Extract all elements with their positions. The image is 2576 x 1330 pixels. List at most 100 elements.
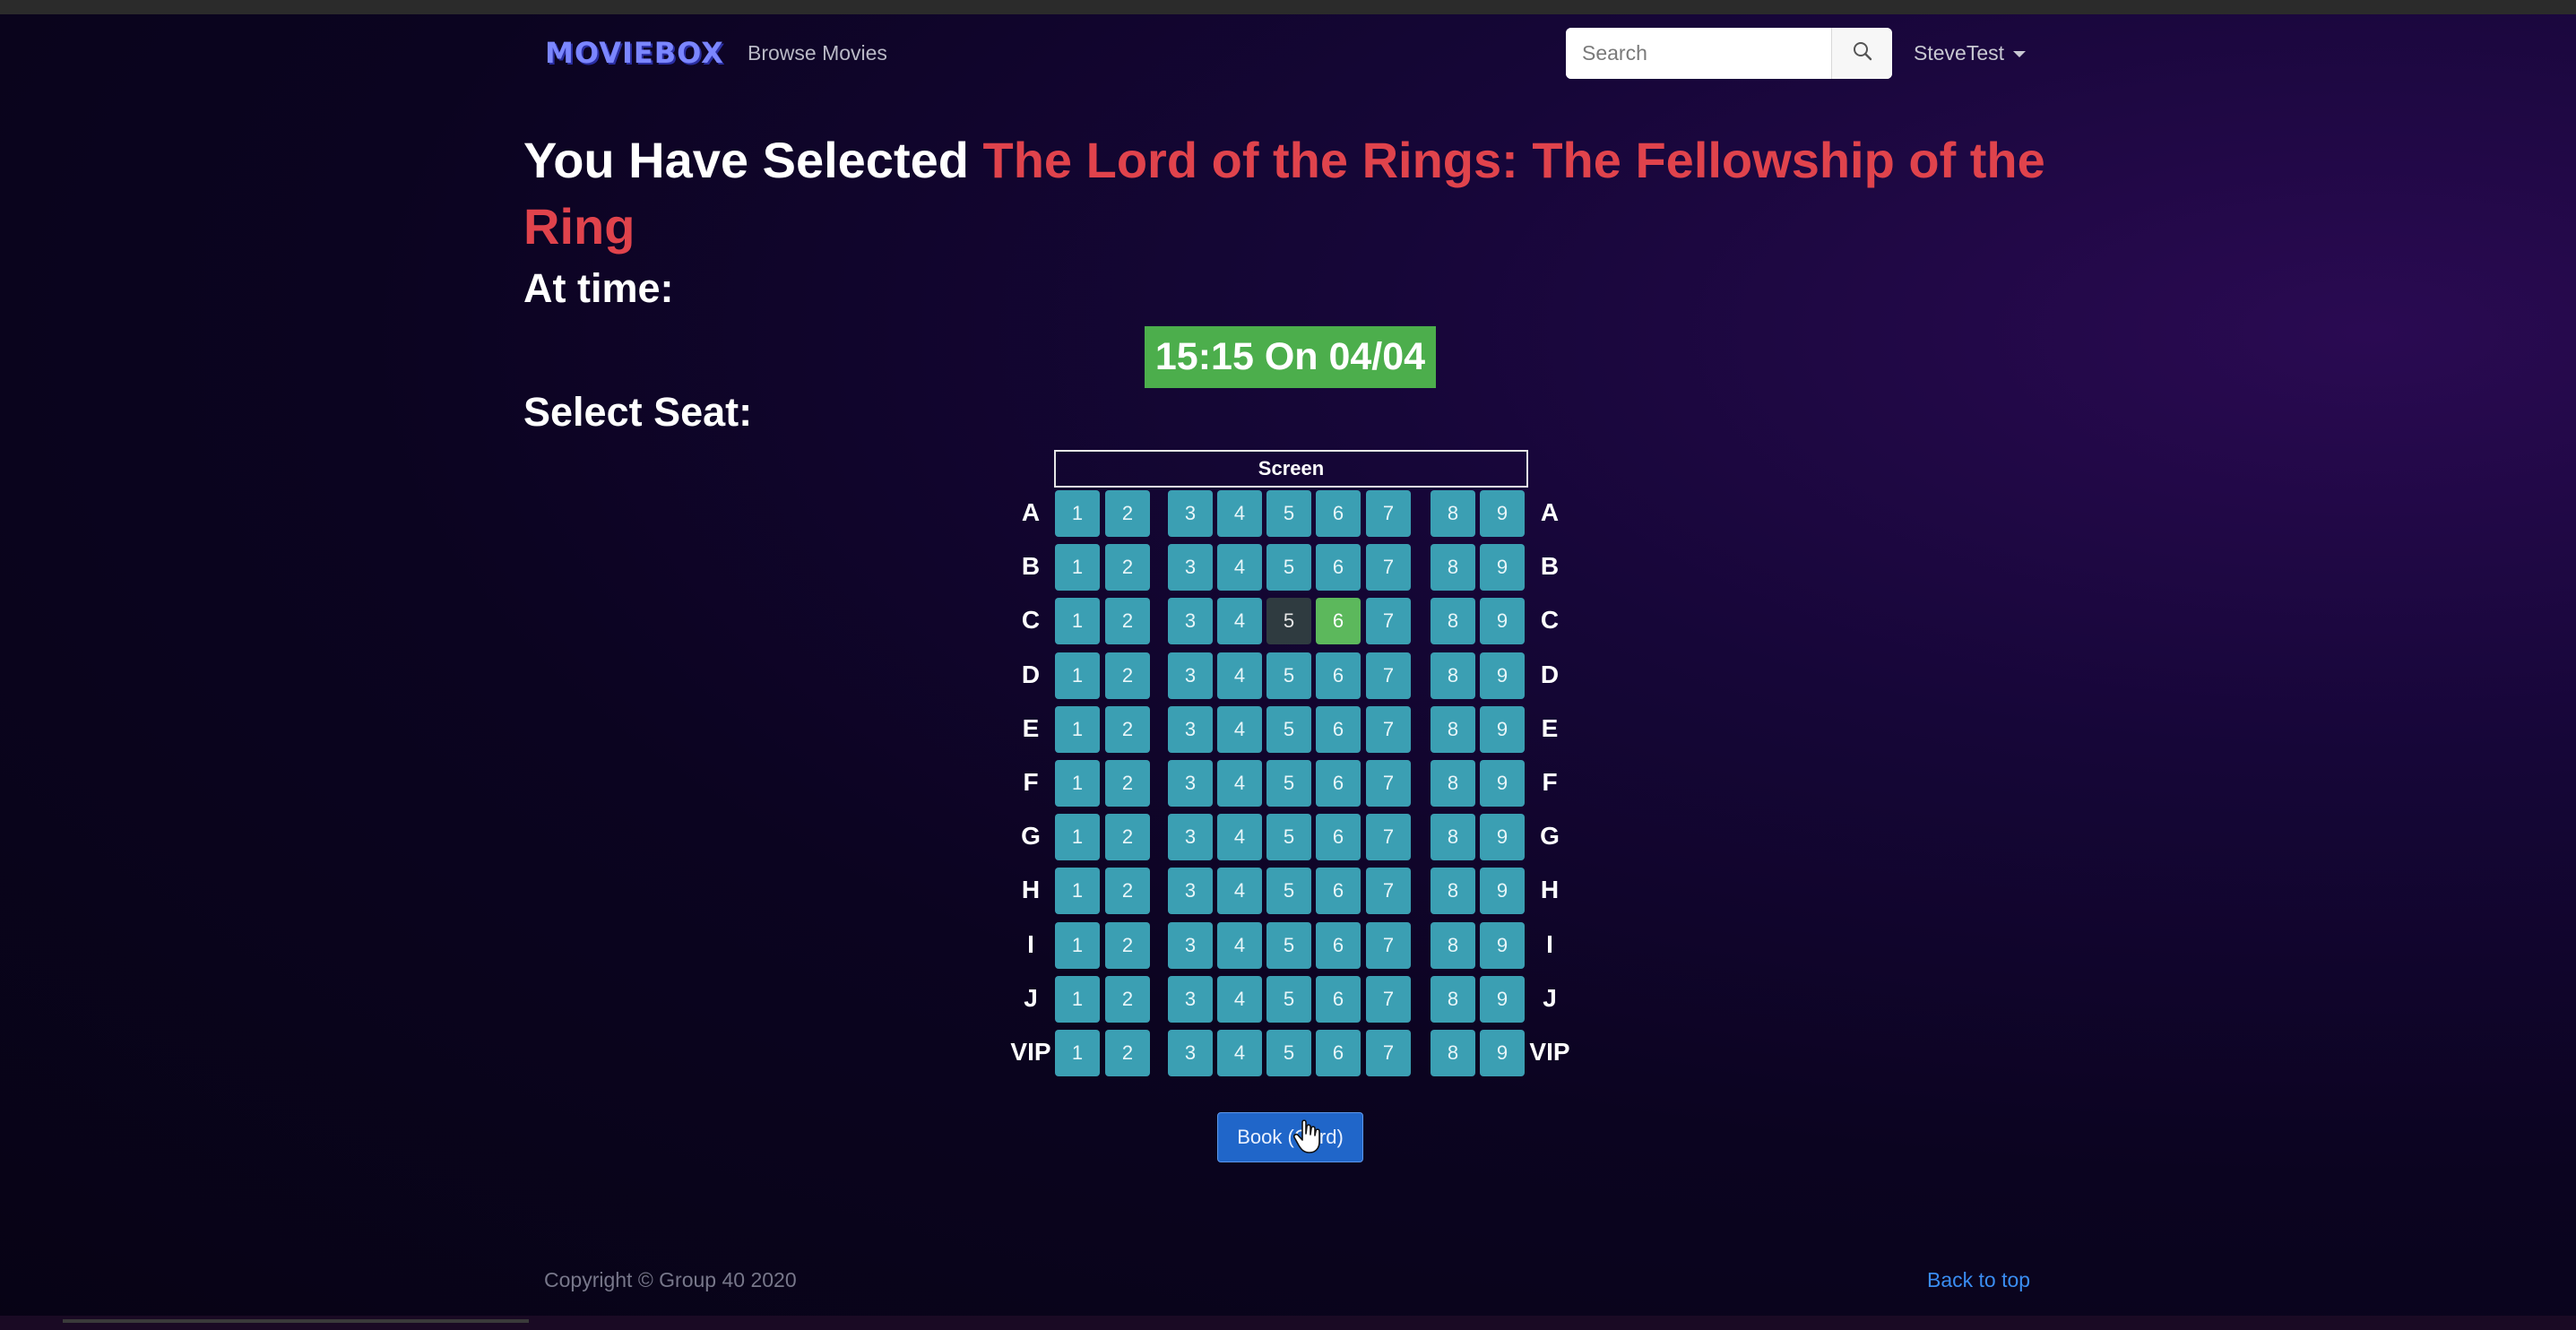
seat-i-2[interactable]: 2 xyxy=(1105,922,1150,969)
seat-e-6[interactable]: 6 xyxy=(1316,706,1361,753)
search-button[interactable] xyxy=(1831,28,1892,79)
seat-d-8[interactable]: 8 xyxy=(1431,652,1475,699)
search-input[interactable] xyxy=(1566,28,1831,79)
seat-j-4[interactable]: 4 xyxy=(1217,976,1262,1023)
seat-j-2[interactable]: 2 xyxy=(1105,976,1150,1023)
seat-b-4[interactable]: 4 xyxy=(1217,544,1262,591)
seat-d-2[interactable]: 2 xyxy=(1105,652,1150,699)
seat-j-7[interactable]: 7 xyxy=(1366,976,1411,1023)
seat-i-6[interactable]: 6 xyxy=(1316,922,1361,969)
seat-h-7[interactable]: 7 xyxy=(1366,868,1411,914)
seat-g-1[interactable]: 1 xyxy=(1055,814,1100,860)
row-label-right: G xyxy=(1540,822,1560,850)
seat-c-8[interactable]: 8 xyxy=(1431,598,1475,644)
seat-g-2[interactable]: 2 xyxy=(1105,814,1150,860)
seat-b-5[interactable]: 5 xyxy=(1266,544,1311,591)
seat-vip-8[interactable]: 8 xyxy=(1431,1030,1475,1076)
seat-c-7[interactable]: 7 xyxy=(1366,598,1411,644)
seat-a-5[interactable]: 5 xyxy=(1266,490,1311,537)
seat-a-8[interactable]: 8 xyxy=(1431,490,1475,537)
seat-b-8[interactable]: 8 xyxy=(1431,544,1475,591)
seat-d-5[interactable]: 5 xyxy=(1266,652,1311,699)
screen-indicator: Screen xyxy=(1054,450,1528,488)
seat-e-1[interactable]: 1 xyxy=(1055,706,1100,753)
seat-i-4[interactable]: 4 xyxy=(1217,922,1262,969)
seat-j-6[interactable]: 6 xyxy=(1316,976,1361,1023)
seat-i-1[interactable]: 1 xyxy=(1055,922,1100,969)
seat-c-5[interactable]: 5 xyxy=(1266,598,1311,644)
seat-b-6[interactable]: 6 xyxy=(1316,544,1361,591)
seat-vip-7[interactable]: 7 xyxy=(1366,1030,1411,1076)
seat-h-2[interactable]: 2 xyxy=(1105,868,1150,914)
seat-a-1[interactable]: 1 xyxy=(1055,490,1100,537)
seat-i-5[interactable]: 5 xyxy=(1266,922,1311,969)
seat-a-3[interactable]: 3 xyxy=(1168,490,1213,537)
seat-g-3[interactable]: 3 xyxy=(1168,814,1213,860)
seat-j-3[interactable]: 3 xyxy=(1168,976,1213,1023)
browse-movies-link[interactable]: Browse Movies xyxy=(748,41,887,65)
seat-vip-3[interactable]: 3 xyxy=(1168,1030,1213,1076)
seat-g-4[interactable]: 4 xyxy=(1217,814,1262,860)
seat-vip-5[interactable]: 5 xyxy=(1266,1030,1311,1076)
seat-g-6[interactable]: 6 xyxy=(1316,814,1361,860)
seat-b-7[interactable]: 7 xyxy=(1366,544,1411,591)
seat-a-7[interactable]: 7 xyxy=(1366,490,1411,537)
seat-c-1[interactable]: 1 xyxy=(1055,598,1100,644)
seat-e-8[interactable]: 8 xyxy=(1431,706,1475,753)
hand-cursor-icon xyxy=(1293,1119,1320,1153)
seat-f-6[interactable]: 6 xyxy=(1316,760,1361,807)
user-dropdown[interactable]: SteveTest xyxy=(1914,41,2026,65)
seat-c-4[interactable]: 4 xyxy=(1217,598,1262,644)
seat-f-2[interactable]: 2 xyxy=(1105,760,1150,807)
seat-c-3[interactable]: 3 xyxy=(1168,598,1213,644)
seat-d-1[interactable]: 1 xyxy=(1055,652,1100,699)
seat-j-5[interactable]: 5 xyxy=(1266,976,1311,1023)
seat-f-4[interactable]: 4 xyxy=(1217,760,1262,807)
seat-c-2[interactable]: 2 xyxy=(1105,598,1150,644)
back-to-top-link[interactable]: Back to top xyxy=(1927,1268,2030,1292)
seat-h-6[interactable]: 6 xyxy=(1316,868,1361,914)
seat-b-3[interactable]: 3 xyxy=(1168,544,1213,591)
book-card-button[interactable]: Book (Card) xyxy=(1217,1112,1363,1162)
seat-i-7[interactable]: 7 xyxy=(1366,922,1411,969)
seat-vip-6[interactable]: 6 xyxy=(1316,1030,1361,1076)
seat-vip-2[interactable]: 2 xyxy=(1105,1030,1150,1076)
seat-h-3[interactable]: 3 xyxy=(1168,868,1213,914)
seat-i-8[interactable]: 8 xyxy=(1431,922,1475,969)
seat-d-4[interactable]: 4 xyxy=(1217,652,1262,699)
site-logo[interactable]: MOVIEBOX xyxy=(545,36,724,70)
seat-d-7[interactable]: 7 xyxy=(1366,652,1411,699)
seat-f-5[interactable]: 5 xyxy=(1266,760,1311,807)
seat-vip-4[interactable]: 4 xyxy=(1217,1030,1262,1076)
seat-h-8[interactable]: 8 xyxy=(1431,868,1475,914)
seat-f-8[interactable]: 8 xyxy=(1431,760,1475,807)
seat-j-8[interactable]: 8 xyxy=(1431,976,1475,1023)
seat-j-1[interactable]: 1 xyxy=(1055,976,1100,1023)
seat-g-5[interactable]: 5 xyxy=(1266,814,1311,860)
seat-c-6[interactable]: 6 xyxy=(1316,598,1361,644)
seat-h-4[interactable]: 4 xyxy=(1217,868,1262,914)
seat-e-7[interactable]: 7 xyxy=(1366,706,1411,753)
seat-f-1[interactable]: 1 xyxy=(1055,760,1100,807)
seat-f-3[interactable]: 3 xyxy=(1168,760,1213,807)
seat-h-1[interactable]: 1 xyxy=(1055,868,1100,914)
seat-d-6[interactable]: 6 xyxy=(1316,652,1361,699)
seat-f-7[interactable]: 7 xyxy=(1366,760,1411,807)
seat-i-3[interactable]: 3 xyxy=(1168,922,1213,969)
seat-b-2[interactable]: 2 xyxy=(1105,544,1150,591)
search-icon xyxy=(1853,41,1872,65)
seat-g-8[interactable]: 8 xyxy=(1431,814,1475,860)
seat-h-5[interactable]: 5 xyxy=(1266,868,1311,914)
seat-vip-1[interactable]: 1 xyxy=(1055,1030,1100,1076)
seat-a-4[interactable]: 4 xyxy=(1217,490,1262,537)
seat-e-4[interactable]: 4 xyxy=(1217,706,1262,753)
seat-a-6[interactable]: 6 xyxy=(1316,490,1361,537)
seat-d-3[interactable]: 3 xyxy=(1168,652,1213,699)
seat-g-7[interactable]: 7 xyxy=(1366,814,1411,860)
page-title: You Have Selected The Lord of the Rings:… xyxy=(523,127,2065,260)
seat-e-3[interactable]: 3 xyxy=(1168,706,1213,753)
seat-e-5[interactable]: 5 xyxy=(1266,706,1311,753)
seat-e-2[interactable]: 2 xyxy=(1105,706,1150,753)
seat-a-2[interactable]: 2 xyxy=(1105,490,1150,537)
seat-b-1[interactable]: 1 xyxy=(1055,544,1100,591)
